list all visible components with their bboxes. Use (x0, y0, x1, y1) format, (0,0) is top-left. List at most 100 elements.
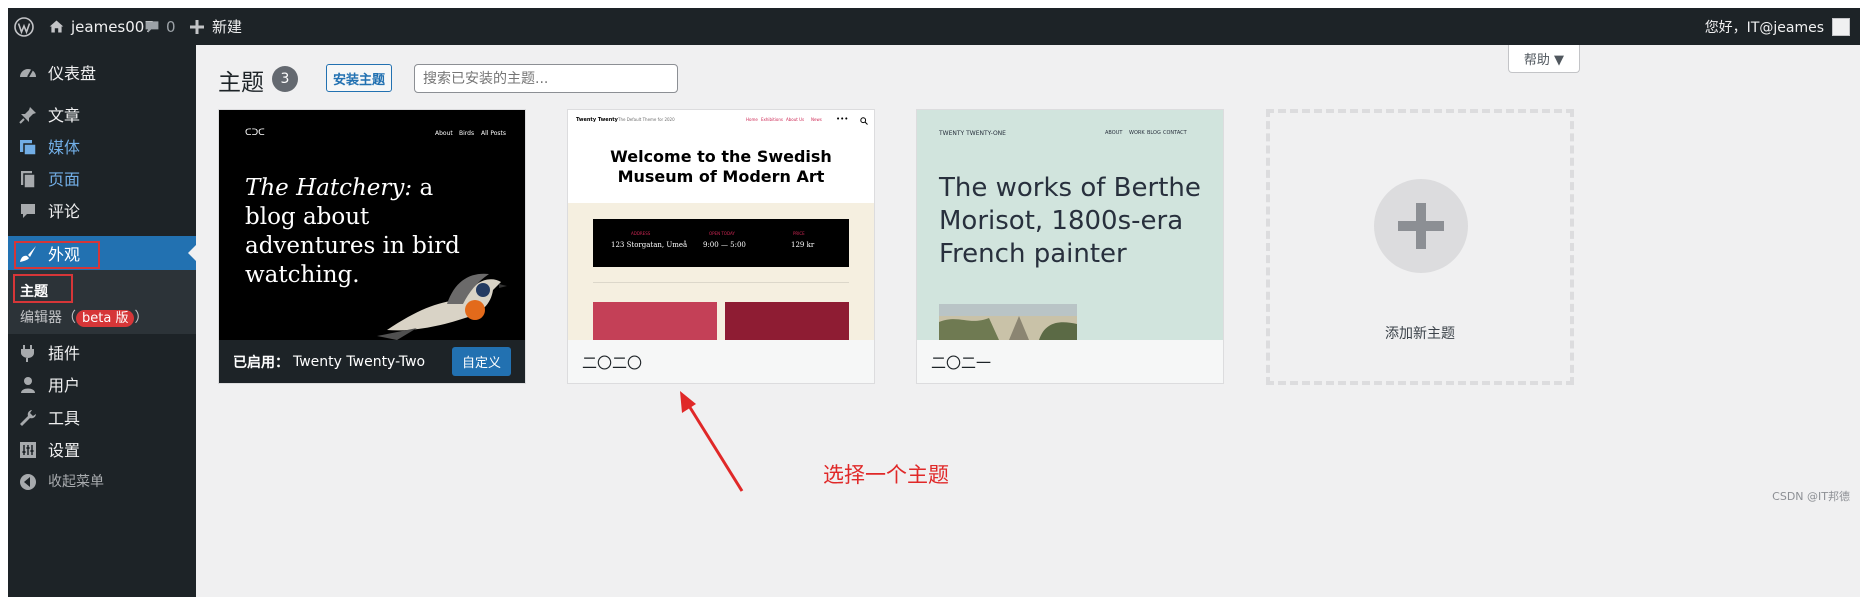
editor-label: 编辑器（ (20, 310, 76, 326)
plus-icon (190, 19, 204, 34)
preview-tagline: The Default Theme for 2020 (618, 117, 675, 122)
sidebar-item-label: 插件 (48, 344, 81, 363)
editor-label-close: ） (134, 310, 149, 326)
preview-heading: Welcome to the Swedish Museum of Modern … (610, 147, 832, 186)
theme-card-twentytwentyone[interactable]: TWENTY TWENTY-ONE ABOUT WORK BLOG CONTAC… (916, 109, 1224, 384)
sidebar-item-media[interactable]: 媒体 (8, 129, 196, 163)
pin-icon (19, 107, 36, 124)
preview-info-price: 129 kr (791, 241, 815, 249)
comment-icon (21, 204, 35, 218)
account-greeting[interactable]: 您好，IT@jeames (1705, 8, 1824, 45)
theme-name: 二〇二一 (917, 340, 1223, 383)
media-icon (20, 140, 37, 156)
preview-heading-italic: The Hatchery: (245, 175, 413, 201)
sidebar-item-pages[interactable]: 页面 (8, 161, 196, 195)
settings-icon (20, 442, 36, 458)
annotation-highlight-themes (13, 274, 73, 303)
current-menu-arrow (188, 245, 196, 261)
preview-nav-about: ABOUT (1105, 130, 1123, 136)
comments-count: 0 (166, 17, 176, 36)
install-theme-button[interactable]: 安装主题 (326, 64, 392, 92)
preview-nav-exhibitions: Exhibitions (761, 117, 783, 122)
sidebar-item-users[interactable]: 用户 (8, 367, 196, 401)
plugin-icon (21, 345, 34, 362)
active-theme-bar: 已启用： Twenty Twenty-Two 自定义 (219, 340, 525, 383)
customize-button[interactable]: 自定义 (452, 347, 511, 376)
preview-info-hours: 9:00 — 5:00 (703, 241, 746, 249)
theme-card-twentytwentytwo[interactable]: ᑕᑐᑕ About Birds All Posts The Hatchery: … (218, 109, 526, 384)
annotation-highlight-appearance (14, 241, 100, 269)
home-icon (49, 20, 64, 33)
sidebar-item-label: 文章 (48, 106, 81, 125)
theme-screenshot[interactable]: TWENTY TWENTY-ONE ABOUT WORK BLOG CONTAC… (917, 110, 1223, 340)
preview-nav-home: Home (746, 117, 758, 122)
preview-site-title: Twenty Twenty (576, 117, 618, 123)
dashboard-icon (20, 69, 36, 78)
submenu-editor[interactable]: 编辑器（ beta 版） (20, 307, 148, 327)
preview-nav-blog: BLOG (1147, 130, 1161, 136)
preview-painting-image (939, 304, 1077, 340)
theme-screenshot[interactable]: ᑕᑐᑕ About Birds All Posts The Hatchery: … (219, 110, 525, 340)
add-new-theme-card[interactable]: 添加新主题 (1266, 109, 1574, 385)
preview-info-label-price: PRICE (793, 231, 805, 236)
preview-block-right (725, 302, 849, 340)
wrench-icon (20, 410, 36, 426)
csdn-watermark: CSDN @IT邦德 (1772, 490, 1850, 503)
preview-nav-news: News (811, 117, 822, 122)
sidebar-item-label: 工具 (48, 409, 81, 428)
preview-info-label-address: ADDRESS (631, 231, 651, 236)
comment-bubble-icon (145, 20, 159, 33)
new-label: 新建 (212, 18, 243, 36)
sidebar-item-label: 评论 (48, 202, 81, 221)
active-label: 已启用： (233, 355, 289, 371)
preview-divider (593, 282, 849, 283)
site-name-link[interactable]: jeames007 (48, 8, 154, 45)
preview-info-label-hours: OPEN TODAY (709, 231, 735, 236)
theme-search-input[interactable] (414, 64, 678, 93)
theme-screenshot[interactable]: Twenty Twenty The Default Theme for 2020… (568, 110, 874, 340)
annotation-text: 选择一个主题 (823, 463, 949, 487)
add-new-theme-label: 添加新主题 (1385, 326, 1455, 342)
preview-nav-about: About Us (786, 117, 805, 122)
comments-link[interactable]: 0 (144, 8, 176, 45)
collapse-menu-button[interactable]: 收起菜单 (8, 464, 196, 498)
sidebar-item-posts[interactable]: 文章 (8, 97, 196, 131)
sidebar-item-settings[interactable]: 设置 (8, 432, 196, 466)
theme-name: 二〇二〇 (568, 340, 874, 383)
admin-sidebar: 仪表盘 文章 媒体 页面 评论 外观 主题 编辑器（ beta 版） 插件 用户… (8, 45, 196, 597)
preview-search-icon (860, 117, 868, 125)
preview-block-left (593, 302, 717, 340)
sidebar-item-label: 页面 (48, 170, 81, 189)
preview-info-box: ADDRESS OPEN TODAY PRICE 123 Storgatan, … (593, 219, 849, 267)
bird-illustration (377, 273, 507, 340)
sidebar-item-label: 收起菜单 (48, 474, 104, 490)
annotation-arrow (680, 391, 744, 492)
preview-nav-posts: All Posts (481, 130, 507, 137)
wordpress-logo-icon[interactable] (14, 8, 34, 45)
sidebar-item-comments[interactable]: 评论 (8, 193, 196, 227)
user-icon (21, 377, 35, 393)
sidebar-item-label: 用户 (48, 376, 81, 395)
preview-nav-about: About (435, 130, 453, 137)
collapse-icon (20, 474, 36, 490)
sidebar-item-tools[interactable]: 工具 (8, 400, 196, 434)
beta-badge: beta 版 (76, 310, 135, 327)
preview-info-address: 123 Storgatan, Umeå (611, 241, 688, 249)
main-content: 主题 3 安装主题 帮助 ▼ ᑕᑐᑕ About Birds All Posts… (196, 45, 1860, 597)
avatar[interactable] (1832, 8, 1850, 45)
sidebar-item-dashboard[interactable]: 仪表盘 (8, 55, 196, 89)
add-theme-circle (1374, 179, 1468, 273)
preview-nav-birds: Birds (459, 130, 475, 137)
preview-menu-dots-icon: ••• (836, 115, 849, 123)
sidebar-item-plugins[interactable]: 插件 (8, 335, 196, 369)
preview-logo: ᑕᑐᑕ (245, 128, 265, 138)
preview-heading: The works of Berthe Morisot, 1800s-era F… (939, 173, 1201, 269)
new-content-link[interactable]: 新建 (190, 8, 242, 45)
admin-bar: jeames007 0 新建 您好，IT@jeames (8, 8, 1860, 45)
theme-card-twentytwenty[interactable]: Twenty Twenty The Default Theme for 2020… (567, 109, 875, 384)
page-icon (21, 171, 36, 189)
sidebar-item-label: 仪表盘 (48, 64, 97, 83)
site-name: jeames007 (71, 17, 154, 36)
help-tab-button[interactable]: 帮助 ▼ (1508, 45, 1580, 73)
sidebar-item-label: 设置 (48, 441, 81, 460)
